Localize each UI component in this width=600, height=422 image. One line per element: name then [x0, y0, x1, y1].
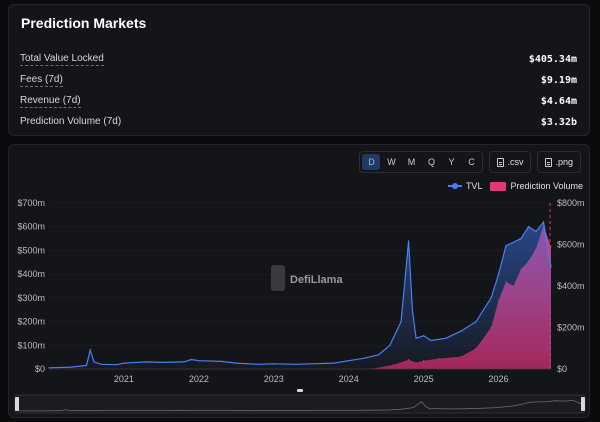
- volume-point: [550, 246, 552, 248]
- tvl-area-fill: [49, 222, 551, 369]
- tvl-point: [550, 266, 552, 268]
- y-left-tick-label: $500m: [17, 245, 45, 255]
- range-brush[interactable]: [14, 389, 586, 414]
- y-left-tick-label: $700m: [17, 198, 45, 208]
- tvl-series: [48, 220, 552, 369]
- tvl-point: [145, 361, 147, 363]
- x-tick-label: 2023: [264, 374, 284, 384]
- stat-label[interactable]: Total Value Locked: [20, 53, 104, 66]
- tvl-point: [363, 357, 365, 359]
- y-left-tick-label: $200m: [17, 317, 45, 327]
- watermark-text: DefiLlama: [290, 274, 343, 286]
- tvl-point: [183, 361, 185, 363]
- tvl-point: [273, 363, 275, 365]
- tvl-point: [333, 362, 335, 364]
- stat-row-volume: Prediction Volume (7d) $3.32b: [20, 114, 577, 130]
- tvl-point: [423, 335, 425, 337]
- stat-label[interactable]: Revenue (7d): [20, 95, 81, 108]
- stat-label: Prediction Volume (7d): [20, 116, 122, 127]
- tvl-point: [310, 363, 312, 365]
- tvl-point: [115, 364, 117, 366]
- stat-value: $4.64m: [540, 95, 577, 107]
- tvl-point: [389, 344, 391, 346]
- tvl-point: [198, 360, 200, 362]
- stat-row-fees: Fees (7d) $9.19m: [20, 72, 577, 88]
- stat-row-tvl: Total Value Locked $405.34m: [20, 51, 577, 67]
- tvl-point: [348, 360, 350, 362]
- defillama-watermark: DefiLlama: [271, 265, 343, 291]
- tvl-point: [378, 354, 380, 356]
- x-tick-label: 2025: [414, 374, 434, 384]
- chart-plot[interactable]: DefiLlama $0 $100m $200m $300m $400m $500m $60…: [9, 145, 591, 419]
- y-left-tick-label: $300m: [17, 293, 45, 303]
- tvl-point: [93, 361, 95, 363]
- tvl-point: [400, 321, 402, 323]
- tvl-point: [70, 366, 73, 368]
- stat-row-revenue: Revenue (7d) $4.64m: [20, 93, 577, 109]
- tvl-point: [445, 337, 447, 339]
- stats-card: Prediction Markets Total Value Locked $4…: [8, 4, 590, 136]
- tvl-point: [475, 321, 477, 323]
- tvl-point: [411, 309, 413, 311]
- tvl-point: [85, 364, 88, 366]
- chart-card: D W M Q Y C .csv .png TVL Prediction Vol…: [8, 144, 590, 418]
- llama-logo-icon: [271, 265, 285, 291]
- tvl-point: [460, 330, 462, 332]
- y-right-tick-label: $600m: [557, 240, 585, 250]
- tvl-point: [498, 273, 500, 275]
- tvl-point: [520, 238, 522, 240]
- y-right-tick-label: $200m: [557, 323, 585, 333]
- y-right-tick-label: $0: [557, 364, 567, 374]
- tvl-point: [490, 297, 492, 299]
- tvl-point: [235, 362, 237, 364]
- x-tick-label: 2026: [489, 374, 509, 384]
- tvl-point: [430, 339, 432, 342]
- tvl-point: [295, 363, 297, 365]
- tvl-point: [527, 226, 530, 228]
- tvl-point: [160, 361, 162, 363]
- x-tick-label: 2022: [189, 374, 209, 384]
- tvl-point: [258, 363, 260, 365]
- tvl-point: [542, 221, 545, 223]
- x-tick-label: 2024: [339, 374, 359, 384]
- tvl-point: [408, 240, 410, 242]
- y-left-tick-label: $400m: [17, 269, 45, 279]
- tvl-point: [190, 358, 192, 361]
- y-left-tick-label: $0: [35, 364, 45, 374]
- brush-grip[interactable]: [297, 389, 303, 392]
- tvl-point: [89, 349, 91, 351]
- tvl-point: [415, 337, 417, 339]
- stat-value: $3.32b: [540, 116, 577, 128]
- tvl-point: [100, 363, 102, 365]
- tvl-point: [123, 362, 125, 364]
- tvl-point: [220, 360, 222, 362]
- stat-label[interactable]: Fees (7d): [20, 74, 63, 87]
- y-right-tick-label: $800m: [557, 198, 585, 208]
- y-left-tick-label: $600m: [17, 222, 45, 232]
- tvl-point: [505, 245, 507, 247]
- tvl-point: [535, 230, 537, 233]
- stat-value: $9.19m: [540, 74, 577, 86]
- brush-handle-left[interactable]: [15, 397, 19, 411]
- y-right-tick-label: $400m: [557, 281, 585, 291]
- x-tick-label: 2021: [114, 374, 134, 384]
- page-title: Prediction Markets: [21, 15, 147, 31]
- brush-handle-right[interactable]: [581, 397, 585, 411]
- stat-value: $405.34m: [528, 53, 577, 65]
- y-left-tick-label: $100m: [17, 340, 45, 350]
- tvl-point: [48, 367, 50, 369]
